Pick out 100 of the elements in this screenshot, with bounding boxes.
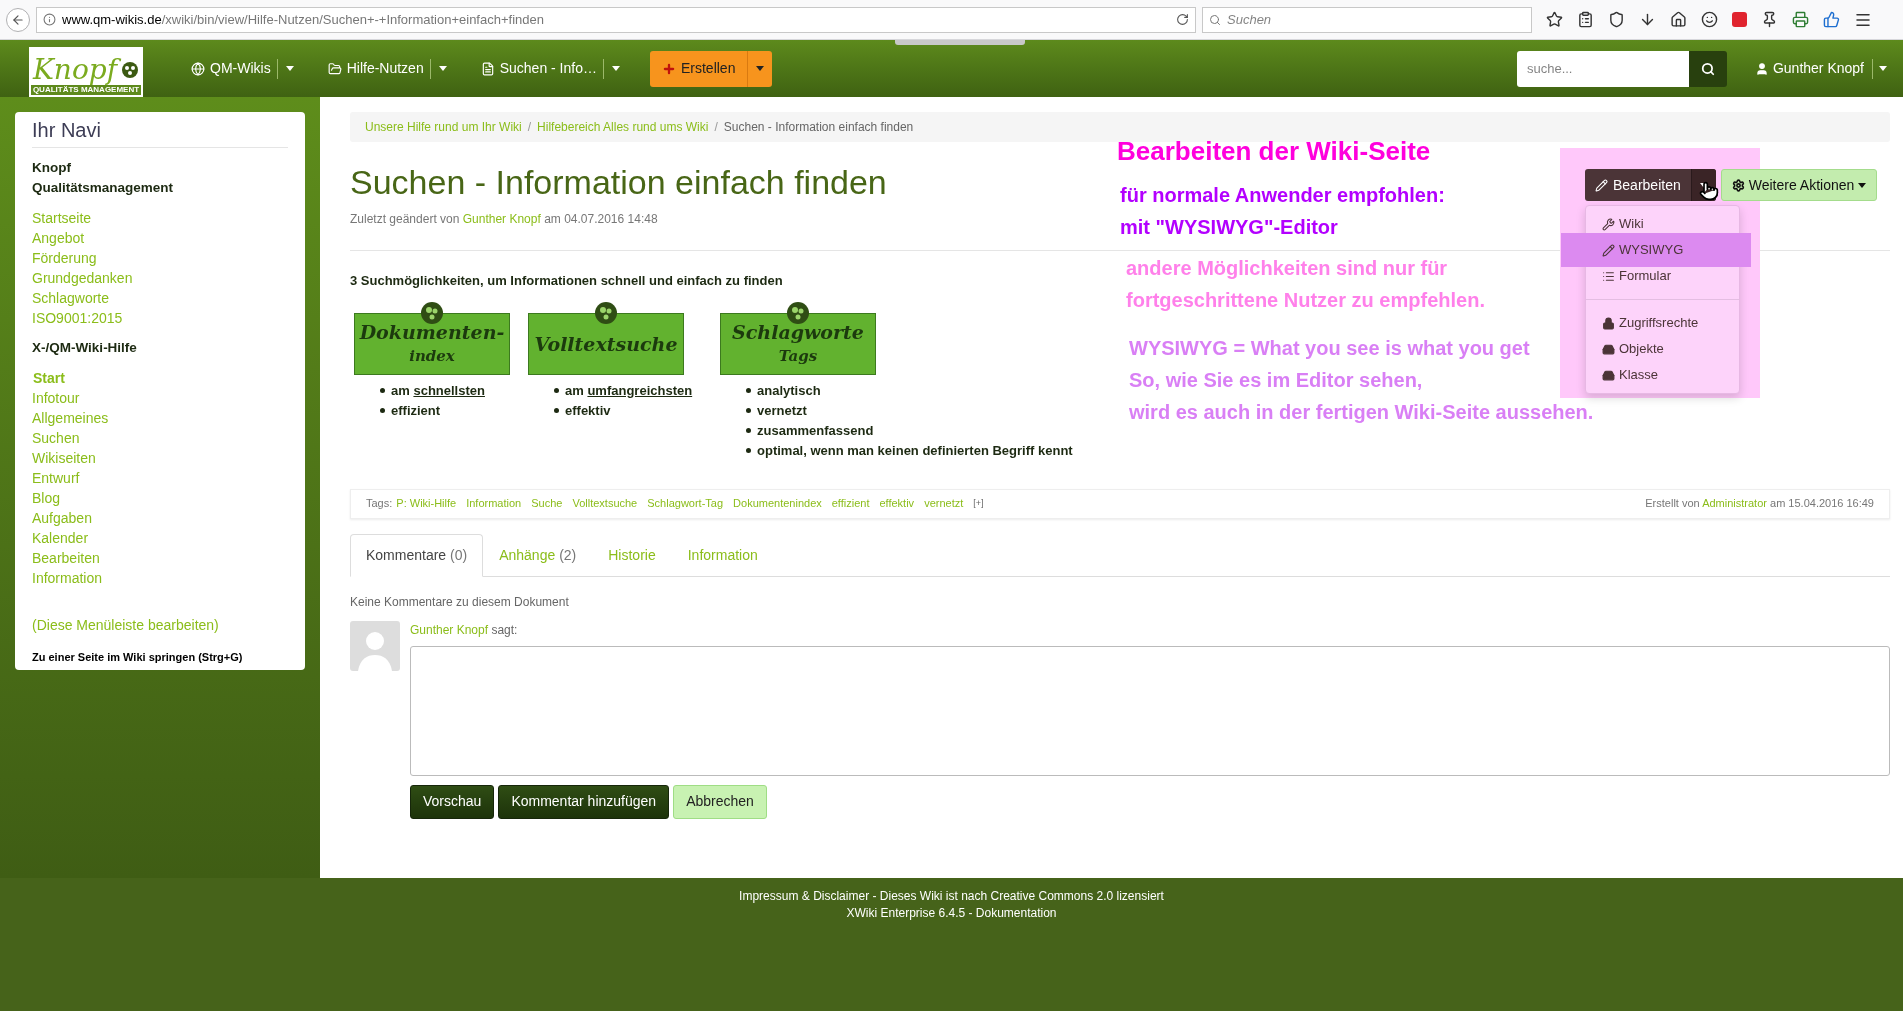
tag-link[interactable]: effektiv xyxy=(879,495,915,512)
bullet-icon xyxy=(746,388,751,393)
sidebar-link[interactable]: Grundgedanken xyxy=(32,270,133,286)
tab[interactable]: Historie xyxy=(592,533,672,577)
back-icon xyxy=(11,12,25,27)
sidebar-link[interactable]: ISO9001:2015 xyxy=(32,310,123,326)
list-icon xyxy=(1602,269,1615,283)
bullet-text: vernetzt xyxy=(757,401,807,420)
form-button[interactable]: Abbrechen xyxy=(673,784,767,819)
clipboard-icon[interactable] xyxy=(1577,11,1594,28)
pin-icon[interactable] xyxy=(1761,11,1778,28)
method-image[interactable]: Schlagworte Tags xyxy=(720,312,876,375)
reload-icon[interactable] xyxy=(1176,13,1189,26)
annotation-heading: Bearbeiten der Wiki-Seite xyxy=(1117,135,1431,167)
search-button[interactable] xyxy=(1688,50,1727,87)
pencil-icon xyxy=(1595,178,1608,192)
globe-icon xyxy=(191,61,205,76)
bullet-text: effektiv xyxy=(565,401,611,420)
bullet-icon xyxy=(554,408,559,413)
sidebar-link[interactable]: Suchen xyxy=(32,430,80,446)
bullet-text: am schnellsten xyxy=(391,381,485,400)
tab[interactable]: Anhänge (2) xyxy=(483,533,593,577)
tag-link[interactable]: effizient xyxy=(831,495,870,512)
pin-button-icon xyxy=(786,300,810,325)
logo[interactable]: Knopf QUALITÄTS MANAGEMENT xyxy=(29,47,143,97)
sidebar-link[interactable]: Schlagworte xyxy=(32,290,110,306)
create-dropdown-toggle[interactable] xyxy=(747,50,773,87)
form-button[interactable]: Kommentar hinzufügen xyxy=(498,784,670,819)
sidebar-heading: X-/QM-Wiki-Hilfe xyxy=(32,339,138,357)
tab[interactable]: Information xyxy=(671,533,774,577)
sidebar-link[interactable]: Bearbeiten xyxy=(32,550,100,566)
sidebar-link[interactable]: Förderung xyxy=(32,250,97,266)
sidebar-link[interactable]: Start xyxy=(32,370,65,386)
nav-menu[interactable]: Hilfe-Nutzen xyxy=(321,53,430,84)
menu-item[interactable]: Wiki xyxy=(1586,211,1739,237)
jump-hint: Zu einer Seite im Wiki springen (Strg+G) xyxy=(32,650,244,665)
smiley-icon[interactable] xyxy=(1701,11,1718,28)
tag-link[interactable]: P: Wiki-Hilfe xyxy=(396,495,457,512)
author-link[interactable]: Gunther Knopf xyxy=(462,212,541,226)
user-menu[interactable]: Gunther Knopf xyxy=(1754,58,1864,79)
tag-link[interactable]: Information xyxy=(466,495,522,512)
tag-link[interactable]: Suche xyxy=(531,495,563,512)
info-icon xyxy=(43,13,56,26)
breadcrumb-link[interactable]: Suchen - Information einfach finden xyxy=(723,118,914,136)
thumbs-up-icon[interactable] xyxy=(1823,11,1840,28)
printer-icon[interactable] xyxy=(1792,11,1809,28)
image-caption: Schlagworte xyxy=(732,319,864,344)
bullet-text: effizient xyxy=(391,401,441,420)
more-tags-link[interactable]: [+] xyxy=(973,496,984,511)
text-link[interactable]: umfangreichsten xyxy=(587,382,693,398)
tag-link[interactable]: vernetzt xyxy=(924,495,964,512)
edit-menu-link[interactable]: (Diese Menüleiste bearbeiten) xyxy=(32,617,219,633)
home-icon[interactable] xyxy=(1670,11,1687,28)
star-icon[interactable] xyxy=(1546,11,1563,28)
breadcrumb-separator: / xyxy=(714,119,718,136)
caret-icon xyxy=(1879,66,1887,71)
sidebar-link[interactable]: Kalender xyxy=(32,530,89,546)
nav-menu[interactable]: Suchen - Info… xyxy=(474,53,603,84)
plus-icon xyxy=(661,61,676,76)
menu-item[interactable]: Zugriffsrechte xyxy=(1586,310,1739,336)
menu-item[interactable]: WYSIWYG xyxy=(1586,237,1739,263)
create-button[interactable]: Erstellen xyxy=(649,50,748,87)
sidebar-link[interactable]: Startseite xyxy=(32,210,92,226)
more-actions-button[interactable]: Weitere Aktionen xyxy=(1720,169,1878,201)
tag-link[interactable]: Volltextsuche xyxy=(572,495,638,512)
edit-dropdown-toggle[interactable] xyxy=(1691,169,1716,201)
creator-link[interactable]: Administrator xyxy=(1702,497,1767,510)
bullet-icon xyxy=(380,408,385,413)
sidebar-link[interactable]: Allgemeines xyxy=(32,410,109,426)
tab[interactable]: Kommentare (0) xyxy=(350,533,484,577)
sidebar-link[interactable]: Aufgaben xyxy=(32,510,92,526)
shield-icon[interactable] xyxy=(1608,11,1625,28)
sidebar-link[interactable]: Blog xyxy=(32,490,61,506)
sidebar-link[interactable]: Entwurf xyxy=(32,470,80,486)
comment-author-link[interactable]: Gunther Knopf xyxy=(410,622,489,637)
menu-item[interactable]: Formular xyxy=(1586,263,1739,289)
image-caption: Dokumenten- xyxy=(359,319,505,344)
avatar-icon xyxy=(350,620,400,671)
address-field[interactable]: www.qm-wikis.de/xwiki/bin/view/Hilfe-Nutzen/Suchen+-+Information+einfach+finden xyxy=(36,6,1196,33)
breadcrumb-link[interactable]: Hilfebereich Alles rund ums Wiki xyxy=(537,118,709,136)
download-icon[interactable] xyxy=(1639,11,1656,28)
comment-author-line: Gunther Knopf sagt: xyxy=(410,621,519,639)
nav-menu[interactable]: QM-Wikis xyxy=(185,53,277,84)
sidebar-link[interactable]: Information xyxy=(32,570,103,586)
sidebar-link[interactable]: Wikiseiten xyxy=(32,450,96,466)
bullet-text: am umfangreichsten xyxy=(565,381,693,400)
sidebar-title: Ihr Navi xyxy=(32,118,102,143)
tag-link[interactable]: Dokumentenindex xyxy=(733,495,822,512)
method-image[interactable]: Dokumenten- index xyxy=(354,312,510,375)
browser-search-field[interactable]: Suchen xyxy=(1202,6,1532,33)
tag-link[interactable]: Schlagwort-Tag xyxy=(647,495,724,512)
form-button[interactable]: Vorschau xyxy=(410,784,495,819)
comment-field[interactable] xyxy=(410,645,1890,776)
sidebar-link[interactable]: Infotour xyxy=(32,390,80,406)
method-image[interactable]: Volltextsuche xyxy=(528,312,684,375)
breadcrumb-link[interactable]: Unsere Hilfe rund um Ihr Wiki xyxy=(365,118,522,136)
wiki-search-field[interactable]: suche... xyxy=(1516,50,1689,87)
sidebar-heading: Qualitätsmanagement xyxy=(32,179,175,197)
sidebar-link[interactable]: Angebot xyxy=(32,230,85,246)
text-link[interactable]: schnellsten xyxy=(413,382,485,398)
